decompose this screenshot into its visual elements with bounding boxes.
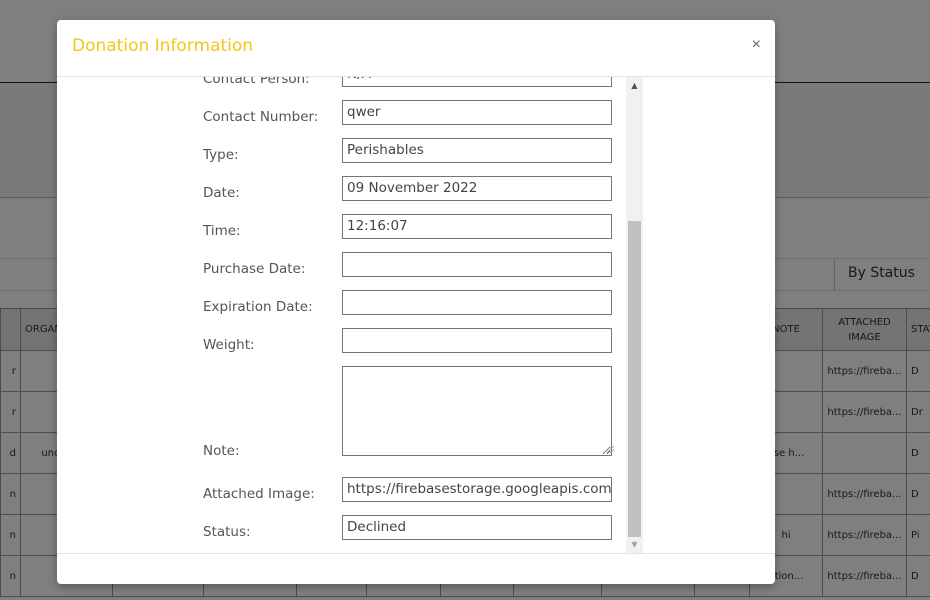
form-row-note: Note: <box>203 361 614 472</box>
purchase-date-field[interactable] <box>342 252 612 277</box>
status-field[interactable]: Declined <box>342 515 612 540</box>
note-label: Note: <box>203 443 240 459</box>
modal-header: Donation Information × <box>57 20 775 77</box>
donation-information-modal: Donation Information × Contact Person: N… <box>57 20 775 584</box>
weight-label: Weight: <box>203 337 255 353</box>
attached-image-label: Attached Image: <box>203 486 315 502</box>
modal-footer <box>57 554 775 584</box>
form-row-type: Type: Perishables <box>203 133 613 171</box>
date-label: Date: <box>203 185 240 201</box>
note-textarea[interactable] <box>342 366 612 456</box>
form-row-contact-person: Contact Person: N/A <box>203 77 613 95</box>
resize-handle-icon[interactable] <box>607 446 614 453</box>
form-row-attached-image: Attached Image: https://firebasestorage.… <box>203 472 613 510</box>
form-row-expiration-date: Expiration Date: <box>203 285 613 323</box>
type-field[interactable]: Perishables <box>342 138 612 163</box>
type-label: Type: <box>203 147 239 163</box>
form-row-contact-number: Contact Number: qwer <box>203 95 613 133</box>
form-row-time: Time: 12:16:07 <box>203 209 613 247</box>
modal-title: Donation Information <box>72 36 254 56</box>
expiration-date-label: Expiration Date: <box>203 299 313 315</box>
donation-form: Contact Person: N/A Contact Number: qwer… <box>203 77 614 548</box>
scroll-down-arrow-icon[interactable]: ▼ <box>626 538 643 552</box>
contact-person-field[interactable]: N/A <box>342 77 612 87</box>
modal-body: Contact Person: N/A Contact Number: qwer… <box>57 77 775 554</box>
attached-image-field[interactable]: https://firebasestorage.googleapis.com <box>342 477 612 502</box>
scrollbar-thumb[interactable] <box>628 221 641 537</box>
time-field[interactable]: 12:16:07 <box>342 214 612 239</box>
time-label: Time: <box>203 223 241 239</box>
weight-field[interactable] <box>342 328 612 353</box>
scroll-up-arrow-icon[interactable]: ▲ <box>626 79 643 93</box>
contact-number-label: Contact Number: <box>203 109 319 125</box>
form-row-weight: Weight: <box>203 323 613 361</box>
form-row-purchase-date: Purchase Date: <box>203 247 613 285</box>
close-icon[interactable]: × <box>752 35 761 55</box>
date-field[interactable]: 09 November 2022 <box>342 176 612 201</box>
expiration-date-field[interactable] <box>342 290 612 315</box>
status-label: Status: <box>203 524 251 540</box>
form-row-status: Status: Declined <box>203 510 613 548</box>
modal-scrollbar[interactable]: ▲ ▼ <box>626 77 643 553</box>
form-row-date: Date: 09 November 2022 <box>203 171 613 209</box>
contact-number-field[interactable]: qwer <box>342 100 612 125</box>
contact-person-label: Contact Person: <box>203 77 310 87</box>
purchase-date-label: Purchase Date: <box>203 261 306 277</box>
